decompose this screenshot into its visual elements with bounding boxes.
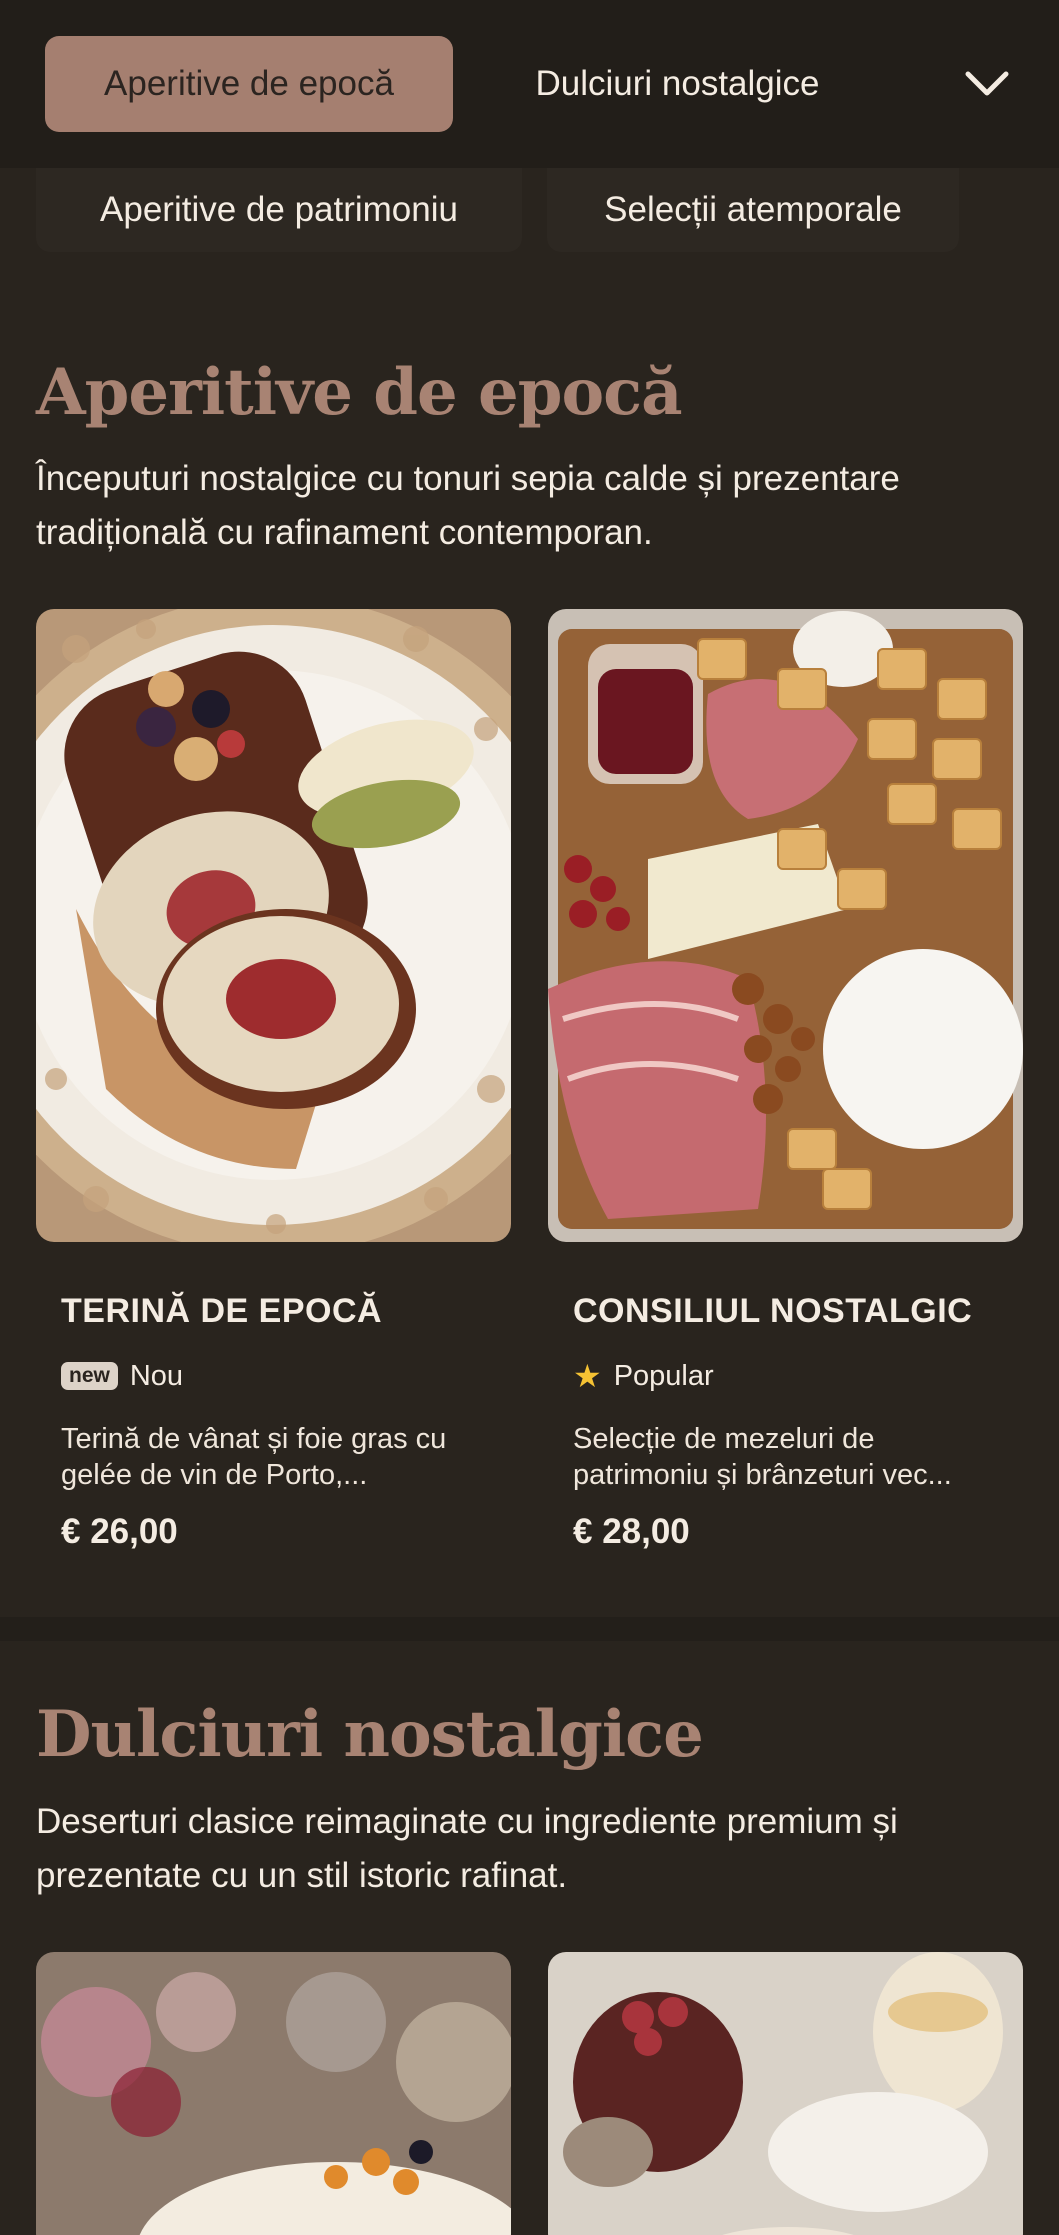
menu-item-card[interactable] [36,1952,511,2235]
dish-image [36,609,511,1242]
tab-dulciuri-nostalgice[interactable]: Dulciuri nostalgice [480,36,875,132]
tab-aperitive-de-patrimoniu[interactable]: Aperitive de patrimoniu [36,168,522,252]
item-description: Selecție de mezeluri de patrimoniu și br… [573,1423,952,1491]
section-divider [0,1617,1059,1641]
status-badge: new Nou [61,1356,183,1396]
category-nav: Aperitive de epocă Dulciuri nostalgice [0,0,1059,168]
section-description: Deserturi clasice reimaginate cu ingredi… [36,1802,898,1895]
item-name: CONSILIUL NOSTALGIC [573,1292,973,1330]
tab-aperitive-de-epoca[interactable]: Aperitive de epocă [45,36,453,132]
item-price: € 26,00 [61,1512,178,1551]
menu-item-card[interactable]: TERINĂ DE EPOCĂ new Nou Terină de vânat … [36,609,511,1551]
tab-selectii-atemporale[interactable]: Selecții atemporale [547,168,959,252]
menu-item-card[interactable]: CONSILIUL NOSTALGIC ★ Popular Selecție d… [548,609,1023,1551]
chevron-down-icon[interactable] [961,58,1013,110]
item-name: TERINĂ DE EPOCĂ [61,1292,383,1330]
section-description: Începuturi nostalgice cu tonuri sepia ca… [36,459,900,552]
badge-label: Popular [613,1359,714,1392]
section-title: Dulciuri nostalgice [36,1697,704,1772]
item-price: € 28,00 [573,1512,690,1551]
item-description: Terină de vânat și foie gras cu gelée de… [61,1423,447,1491]
star-icon: ★ [573,1358,602,1394]
section-title: Aperitive de epocă [36,355,683,430]
dish-image [548,1952,1023,2235]
status-badge: ★ Popular [573,1356,714,1396]
badge-label: Nou [129,1359,184,1392]
new-badge-pill: new [61,1362,118,1390]
dish-image [548,609,1023,1242]
dish-image [36,1952,511,2235]
menu-item-card[interactable] [548,1952,1023,2235]
